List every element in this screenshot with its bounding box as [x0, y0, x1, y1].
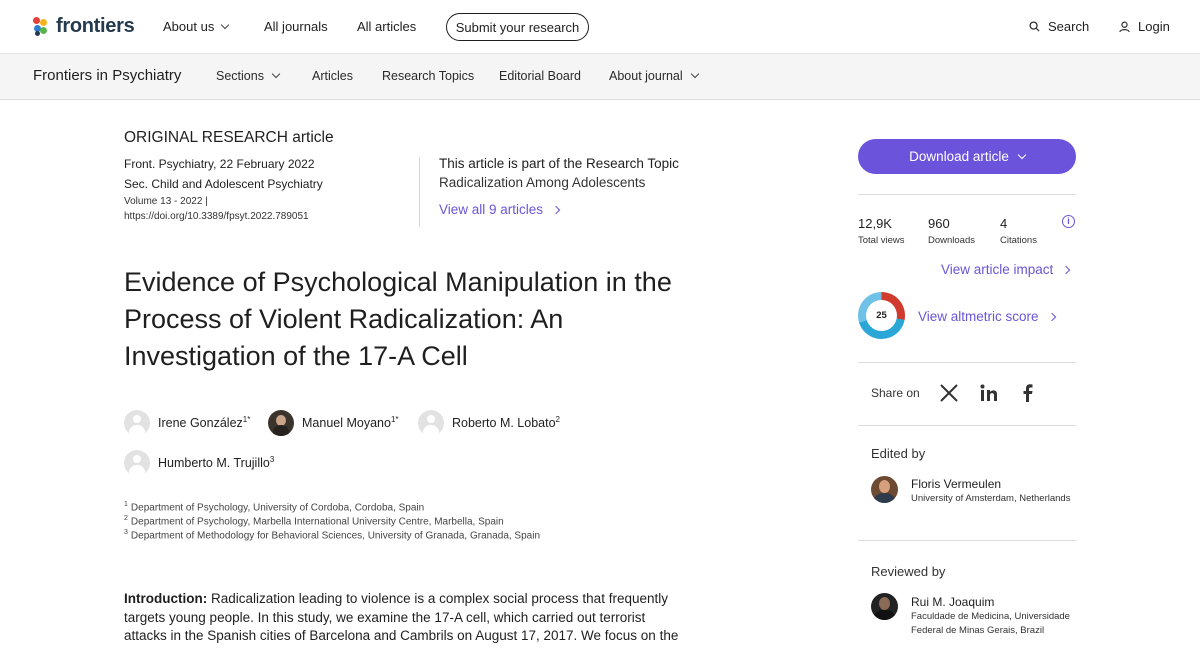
author-item[interactable]: Roberto M. Lobato2: [418, 410, 560, 436]
affiliation: 3 Department of Methodology for Behaviora…: [124, 529, 541, 542]
facebook-icon[interactable]: [1018, 383, 1038, 403]
nav-about-journal-label: About journal: [609, 69, 683, 83]
chevron-down-icon: [271, 69, 281, 79]
view-all-articles-link[interactable]: View all 9 articles: [439, 202, 561, 217]
avatar: [268, 410, 294, 436]
article-doi-link[interactable]: https://doi.org/10.3389/fpsyt.2022.78905…: [124, 211, 309, 222]
view-article-impact-label: View article impact: [941, 262, 1054, 277]
journal-navigation: Frontiers in Psychiatry Sections Article…: [0, 54, 1200, 100]
stat-downloads-value: 960: [928, 216, 950, 231]
nav-about-journal[interactable]: About journal: [609, 69, 699, 83]
article-type: ORIGINAL RESEARCH article: [124, 129, 334, 146]
affiliation: 2 Department of Psychology, Marbella Inte…: [124, 515, 504, 528]
journal-date: Front. Psychiatry, 22 February 2022: [124, 157, 315, 171]
frontiers-logo[interactable]: frontiers: [33, 15, 135, 38]
chevron-right-icon: [551, 205, 561, 214]
author-name: Irene González1*: [158, 415, 251, 431]
download-article-label: Download article: [909, 149, 1009, 164]
chevron-down-icon: [221, 20, 230, 29]
view-article-impact-link[interactable]: View article impact: [941, 262, 1071, 277]
x-icon[interactable]: [939, 383, 959, 403]
nav-articles[interactable]: Articles: [312, 69, 353, 83]
editor-name[interactable]: Floris Vermeulen: [911, 477, 1001, 491]
nav-editorial-board-label: Editorial Board: [499, 69, 581, 83]
nav-about-us-label: About us: [163, 19, 215, 34]
nav-articles-label: Articles: [312, 69, 353, 83]
editor-affiliation: University of Amsterdam, Netherlands: [911, 493, 1071, 504]
avatar: [871, 593, 898, 620]
stat-total-views-label: Total views: [858, 235, 905, 246]
search-label: Search: [1048, 19, 1090, 34]
avatar-placeholder-icon: [418, 410, 444, 436]
author-name: Roberto M. Lobato2: [452, 415, 560, 431]
login-label: Login: [1138, 19, 1170, 34]
stat-citations-label: Citations: [1000, 235, 1037, 246]
nav-research-topics-label: Research Topics: [382, 69, 475, 83]
reviewer-affiliation: Faculdade de Medicina, Universidade Fede…: [911, 611, 1070, 636]
nav-sections[interactable]: Sections: [216, 69, 281, 83]
nav-sections-label: Sections: [216, 69, 264, 83]
view-altmetric-score-label: View altmetric score: [918, 309, 1039, 324]
research-topic-label: This article is part of the Research Top…: [439, 156, 679, 171]
abstract-paragraph: Introduction: Radicalization leading to …: [124, 590, 684, 646]
user-icon: [1119, 21, 1130, 32]
affiliation: 1 Department of Psychology, University of…: [124, 501, 425, 514]
nav-all-journals[interactable]: All journals: [264, 19, 328, 34]
chevron-down-icon: [1017, 150, 1027, 159]
nav-all-articles[interactable]: All articles: [357, 19, 416, 34]
download-article-button[interactable]: Download article: [858, 139, 1076, 174]
stat-downloads-label: Downloads: [928, 235, 975, 246]
stat-citations-value: 4: [1000, 216, 1008, 231]
author-item[interactable]: Irene González1*: [124, 410, 250, 436]
view-altmetric-score-link[interactable]: View altmetric score: [918, 309, 1056, 324]
frontiers-logo-text: frontiers: [56, 15, 135, 37]
avatar-placeholder-icon: [124, 410, 150, 436]
divider: [858, 425, 1076, 426]
nav-all-journals-label: All journals: [264, 19, 328, 34]
frontiers-logo-icon: [33, 16, 51, 37]
stat-total-views-value: 12,9K: [858, 216, 892, 231]
top-navigation: frontiers About us All journals All arti…: [0, 0, 1200, 54]
submit-research-button[interactable]: Submit your research: [446, 13, 589, 41]
article-volume: Volume 13 - 2022 |: [124, 196, 208, 207]
share-label: Share on: [871, 386, 920, 400]
avatar: [871, 476, 898, 503]
abstract-heading: Introduction:: [124, 591, 208, 606]
search-button[interactable]: Search: [1029, 19, 1089, 34]
reviewed-by-heading: Reviewed by: [871, 564, 946, 579]
article-title: Evidence of Psychological Manipulation i…: [124, 267, 672, 371]
journal-title[interactable]: Frontiers in Psychiatry: [33, 67, 181, 84]
author-item[interactable]: Humberto M. Trujillo3: [124, 450, 274, 476]
nav-editorial-board[interactable]: Editorial Board: [499, 69, 581, 83]
nav-research-topics[interactable]: Research Topics: [382, 69, 474, 83]
altmetric-score: 25: [866, 300, 897, 331]
linkedin-icon[interactable]: [979, 383, 999, 403]
altmetric-badge-icon[interactable]: 25: [858, 292, 905, 339]
view-all-articles-label: View all 9 articles: [439, 202, 544, 217]
info-icon[interactable]: i: [1062, 215, 1075, 228]
nav-about-us[interactable]: About us: [163, 19, 230, 34]
research-topic-name[interactable]: Radicalization Among Adolescents: [439, 175, 645, 190]
abstract-text: Radicalization leading to violence is a …: [124, 591, 679, 643]
divider: [419, 157, 420, 227]
login-button[interactable]: Login: [1119, 19, 1170, 34]
article-section[interactable]: Sec. Child and Adolescent Psychiatry: [124, 177, 323, 191]
divider: [858, 194, 1076, 195]
search-icon: [1029, 21, 1040, 32]
chevron-down-icon: [690, 69, 699, 79]
author-name: Manuel Moyano1*: [302, 415, 399, 431]
divider: [858, 540, 1076, 541]
reviewer-name[interactable]: Rui M. Joaquim: [911, 595, 994, 609]
chevron-right-icon: [1047, 312, 1056, 321]
edited-by-heading: Edited by: [871, 446, 926, 461]
author-name: Humberto M. Trujillo3: [158, 455, 275, 471]
divider: [858, 362, 1076, 363]
avatar-placeholder-icon: [124, 450, 150, 476]
author-item[interactable]: Manuel Moyano1*: [268, 410, 399, 436]
chevron-right-icon: [1062, 265, 1071, 274]
nav-all-articles-label: All articles: [357, 19, 417, 34]
